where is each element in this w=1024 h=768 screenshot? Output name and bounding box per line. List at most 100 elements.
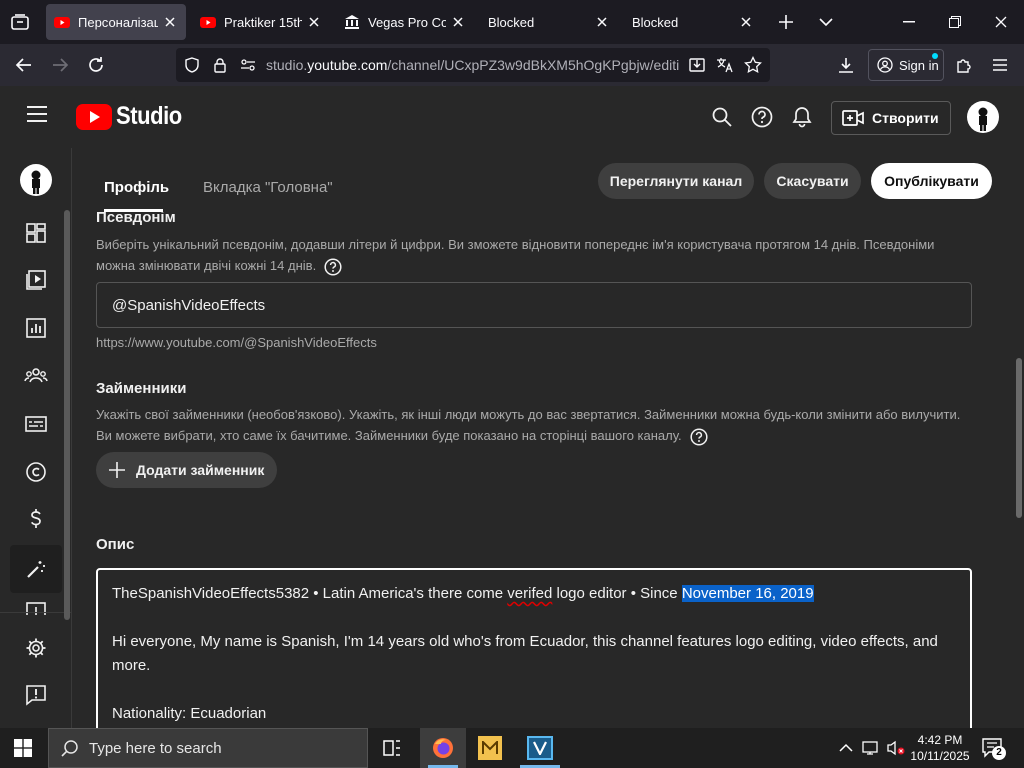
tab-title: Vegas Pro Colle [368,14,446,30]
studio-header: Studio Створити [0,86,1024,148]
sidebar-scrollbar[interactable] [64,210,70,620]
subtitles-icon[interactable] [22,410,50,438]
youtube-logo-icon [76,103,112,130]
main-scrollbar[interactable] [1016,358,1022,518]
browser-tab-personalization[interactable]: Персоналізація [46,4,186,40]
handle-input[interactable]: @SpanishVideoEffects [96,282,972,328]
content-icon[interactable] [22,266,50,294]
tab-list-icon[interactable] [10,12,30,32]
browser-tab-blocked-1[interactable]: Blocked [480,4,618,40]
firefox-icon [433,738,453,758]
translate-icon[interactable] [716,56,734,74]
taskbar-search-box[interactable]: Type here to search [48,728,368,768]
publish-button[interactable]: Опублікувати [871,163,992,199]
address-bar[interactable]: studio.youtube.com/channel/UCxpPZ3w9dBkX… [176,48,770,82]
network-icon[interactable] [862,740,882,756]
monetization-icon[interactable] [22,506,50,534]
menu-icon[interactable] [26,105,48,123]
description-heading: Опис [96,536,135,553]
page-permissions-icon[interactable] [240,57,256,73]
community-icon[interactable] [22,362,50,390]
chevron-down-icon[interactable] [816,12,836,32]
close-tab-icon[interactable] [594,14,610,30]
url-text[interactable]: studio.youtube.com/channel/UCxpPZ3w9dBkX… [266,57,680,73]
notification-center-icon[interactable]: 2 [982,738,1006,760]
bookmark-star-icon[interactable] [744,56,762,74]
lock-icon[interactable] [212,57,228,73]
shield-icon[interactable] [184,57,200,73]
browser-tab-vegas[interactable]: Vegas Pro Colle [336,4,474,40]
close-tab-icon[interactable] [306,14,322,30]
close-tab-icon[interactable] [450,14,466,30]
app-m-icon[interactable] [478,736,502,760]
sign-in-button[interactable]: Sign in [868,49,944,81]
description-textarea[interactable]: TheSpanishVideoEffects5382 • Latin Ameri… [96,568,972,728]
tab-title: Praktiker 15th A [224,14,302,30]
back-arrow-icon[interactable] [8,49,40,81]
window-close-icon[interactable] [978,0,1024,44]
extensions-icon[interactable] [948,49,980,81]
restore-icon[interactable] [932,0,978,44]
customization-wand-icon[interactable] [22,555,50,583]
youtube-favicon [54,14,70,30]
firefox-taskbar-button[interactable] [420,728,466,768]
forward-arrow-icon[interactable] [44,49,76,81]
new-tab-icon[interactable] [776,12,796,32]
help-icon[interactable] [324,258,342,276]
reload-icon[interactable] [80,49,112,81]
sidebar-divider [0,612,72,613]
cancel-button[interactable]: Скасувати [764,163,861,199]
volume-muted-icon[interactable] [886,740,906,756]
handle-url: https://www.youtube.com/@SpanishVideoEff… [96,335,377,350]
notifications-bell-icon[interactable] [792,106,812,128]
browser-tab-blocked-2[interactable]: Blocked [624,4,762,40]
settings-gear-icon[interactable] [22,634,50,662]
task-view-icon[interactable] [380,736,404,760]
create-label: Створити [872,110,939,126]
museum-icon [344,14,360,30]
channel-avatar[interactable] [20,164,52,196]
view-channel-button[interactable]: Переглянути канал [598,163,754,199]
create-video-icon [842,110,864,126]
dashboard-icon[interactable] [22,219,50,247]
handle-value[interactable]: @SpanishVideoEffects [112,297,265,314]
description-line-1: TheSpanishVideoEffects5382 • Latin Ameri… [112,585,814,602]
spellcheck-word: verifed [507,585,553,602]
description-line-2: Hi everyone, My name is Spanish, I'm 14 … [112,633,938,674]
sign-in-label: Sign in [899,57,939,73]
search-icon [61,739,79,757]
save-to-pocket-icon[interactable] [688,56,706,74]
close-tab-icon[interactable] [162,14,178,30]
downloads-icon[interactable] [830,49,862,81]
clock-date: 10/11/2025 [910,749,970,763]
help-icon[interactable] [690,428,708,446]
system-clock[interactable]: 4:42 PM 10/11/2025 [908,732,972,764]
notification-count-badge: 2 [992,746,1006,760]
vegas-pro-icon[interactable] [527,736,553,760]
selected-text: November 16, 2019 [681,585,814,602]
analytics-icon[interactable] [22,314,50,342]
browser-tab-praktiker[interactable]: Praktiker 15th A [192,4,330,40]
tab-home[interactable]: Вкладка "Головна" [203,179,333,196]
create-button[interactable]: Створити [831,101,951,135]
chevron-up-icon[interactable] [838,740,854,756]
youtube-favicon [200,14,216,30]
feedback-icon[interactable] [22,681,50,709]
hamburger-menu-icon[interactable] [984,49,1016,81]
avatar[interactable] [967,101,999,133]
minimize-icon[interactable] [886,0,932,44]
close-tab-icon[interactable] [738,14,754,30]
add-pronoun-button[interactable]: Додати займенник [96,452,277,488]
search-icon[interactable] [712,107,732,127]
tab-profile[interactable]: Профіль [104,179,169,196]
active-tab-indicator [104,209,163,212]
studio-sidebar [0,148,72,728]
youtube-studio-logo[interactable]: Studio [76,102,191,131]
windows-start-icon[interactable] [14,739,32,757]
notification-dot [932,53,938,59]
help-icon[interactable] [751,106,773,128]
copyright-icon[interactable] [22,458,50,486]
customization-tabs-bar: Профіль Вкладка "Головна" Переглянути ка… [72,148,1024,212]
description-line-3: Nationality: Ecuadorian [112,705,267,722]
clock-time: 4:42 PM [917,733,963,747]
